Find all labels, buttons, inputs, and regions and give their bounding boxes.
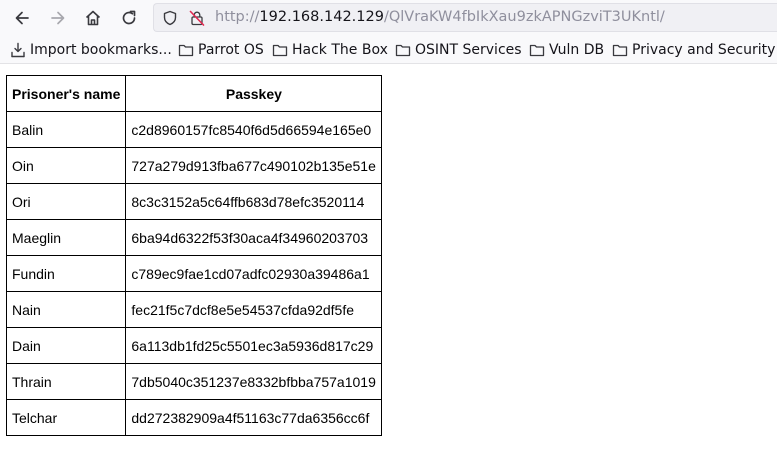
folder-icon — [272, 44, 288, 57]
bookmark-label: Vuln DB — [549, 42, 605, 58]
folder-icon — [529, 44, 545, 57]
prisoner-name: Oin — [5, 147, 127, 184]
header-passkey: Passkey — [125, 75, 383, 112]
import-icon — [11, 42, 25, 58]
table-row: Oin 727a279d913fba677c490102b135e51e — [5, 147, 383, 184]
url-bar[interactable]: http://192.168.142.129/QlVraKW4fbIkXau9z… — [153, 3, 777, 32]
bookmark-label: Import bookmarks... — [30, 42, 172, 58]
prisoners-table: Prisoner's name Passkey Balin c2d8960157… — [5, 75, 383, 436]
table-row: Fundin c789ec9fae1cd07adfc02930a39486a1 — [5, 255, 383, 292]
passkey: fec21f5c7dcf8e5e54537cfda92df5fe — [125, 291, 383, 328]
bookmark-folder-privacy-and-security[interactable]: Privacy and Security — [612, 41, 775, 59]
prisoner-name: Balin — [5, 111, 127, 148]
bookmark-folder-hack-the-box[interactable]: Hack The Box — [272, 41, 388, 59]
prisoner-name: Dain — [5, 327, 127, 364]
reload-button[interactable] — [117, 6, 141, 30]
passkey: dd272382909a4f51163c77da6356cc6f — [125, 399, 383, 436]
url-host: 192.168.142.129 — [259, 9, 384, 25]
url-path: /QlVraKW4fbIkXau9zkAPNGzviT3UKntl/ — [383, 9, 665, 25]
prisoner-name: Telchar — [5, 399, 127, 436]
table-row: Ori 8c3c3152a5c64ffb683d78efc3520114 — [5, 183, 383, 220]
shield-icon[interactable] — [162, 10, 178, 26]
bookmark-folder-osint-services[interactable]: OSINT Services — [395, 41, 522, 59]
folder-icon — [178, 44, 194, 57]
bookmark-folder-parrot-os[interactable]: Parrot OS — [178, 41, 264, 59]
bookmarks-toolbar: Import bookmarks... Parrot OS Hack The B… — [0, 36, 777, 64]
back-icon — [15, 11, 29, 25]
prisoner-name: Thrain — [5, 363, 127, 400]
table-row: Nain fec21f5c7dcf8e5e54537cfda92df5fe — [5, 291, 383, 328]
forward-icon — [51, 11, 65, 25]
back-button[interactable] — [10, 6, 34, 30]
prisoner-name: Ori — [5, 183, 127, 220]
table-row: Thrain 7db5040c351237e8332bfbba757a1019 — [5, 363, 383, 400]
table-header-row: Prisoner's name Passkey — [5, 75, 383, 112]
passkey: 6ba94d6322f53f30aca4f34960203703 — [125, 219, 383, 256]
passkey: c789ec9fae1cd07adfc02930a39486a1 — [125, 255, 383, 292]
home-icon — [85, 10, 101, 26]
insecure-lock-icon[interactable] — [189, 10, 205, 26]
forward-button[interactable] — [46, 6, 70, 30]
bookmark-label: Hack The Box — [292, 42, 388, 58]
url-scheme: http:// — [215, 9, 260, 25]
passkey: 7db5040c351237e8332bfbba757a1019 — [125, 363, 383, 400]
table-row: Telchar dd272382909a4f51163c77da6356cc6f — [5, 399, 383, 436]
folder-icon — [612, 44, 628, 57]
bookmark-label: Parrot OS — [198, 42, 264, 58]
url-text[interactable]: http://192.168.142.129/QlVraKW4fbIkXau9z… — [215, 9, 665, 25]
bookmark-import[interactable]: Import bookmarks... — [10, 41, 172, 59]
passkey: c2d8960157fc8540f6d5d66594e165e0 — [125, 111, 383, 148]
prisoner-name: Fundin — [5, 255, 127, 292]
browser-toolbar: http://192.168.142.129/QlVraKW4fbIkXau9z… — [0, 0, 777, 36]
home-button[interactable] — [81, 6, 105, 30]
bookmark-folder-vuln-db[interactable]: Vuln DB — [529, 41, 604, 59]
page-content: Prisoner's name Passkey Balin c2d8960157… — [0, 64, 777, 464]
bookmark-label: OSINT Services — [415, 42, 522, 58]
prisoner-name: Nain — [5, 291, 127, 328]
table-row: Dain 6a113db1fd25c5501ec3a5936d817c29 — [5, 327, 383, 364]
header-prisoner-name: Prisoner's name — [5, 75, 127, 112]
passkey: 8c3c3152a5c64ffb683d78efc3520114 — [125, 183, 383, 220]
prisoner-name: Maeglin — [5, 219, 127, 256]
reload-icon — [122, 10, 136, 25]
passkey: 6a113db1fd25c5501ec3a5936d817c29 — [125, 327, 383, 364]
folder-icon — [395, 44, 411, 57]
passkey: 727a279d913fba677c490102b135e51e — [125, 147, 383, 184]
bookmark-label: Privacy and Security — [632, 42, 776, 58]
table-row: Maeglin 6ba94d6322f53f30aca4f34960203703 — [5, 219, 383, 256]
table-row: Balin c2d8960157fc8540f6d5d66594e165e0 — [5, 111, 383, 148]
